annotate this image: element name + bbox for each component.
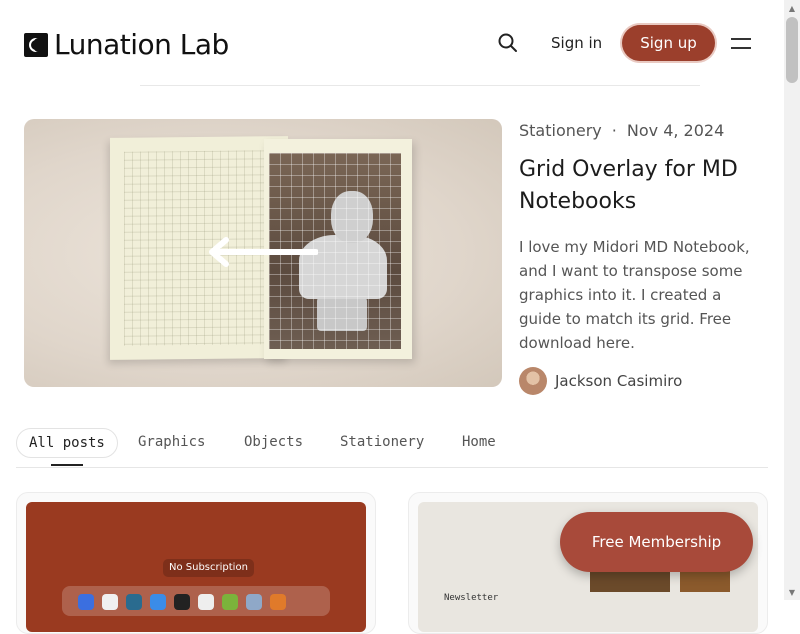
sign-in-link[interactable]: Sign in — [551, 34, 602, 52]
tab-stationery[interactable]: Stationery — [340, 428, 424, 456]
scrollbar[interactable]: ▲ ▼ — [784, 0, 800, 600]
app-dock — [62, 586, 330, 616]
menu-icon[interactable] — [731, 35, 751, 51]
site-header: Lunation Lab Sign in Sign up — [0, 0, 784, 86]
scroll-down-icon[interactable]: ▼ — [784, 584, 800, 600]
card-thumbnail: No Subscription — [26, 502, 366, 632]
post-meta: Stationery · Nov 4, 2024 — [519, 121, 724, 140]
post-author[interactable]: Jackson Casimiro — [519, 367, 682, 395]
card-overlay-label: No Subscription — [163, 559, 254, 577]
arrow-left-icon — [209, 237, 318, 267]
author-name: Jackson Casimiro — [555, 372, 683, 390]
active-tab-indicator — [51, 464, 83, 466]
category-tabs: All posts Graphics Objects Stationery Ho… — [16, 427, 768, 468]
card-newsletter-label: Newsletter — [444, 593, 499, 603]
hero-image[interactable] — [24, 119, 502, 387]
post-excerpt: I love my Midori MD Notebook, and I want… — [519, 238, 750, 352]
logo-text: Lunation Lab — [54, 28, 229, 61]
scroll-thumb[interactable] — [786, 17, 798, 83]
moon-logo-icon — [24, 32, 48, 57]
post-title[interactable]: Grid Overlay for MD Notebooks — [519, 154, 769, 218]
tab-home[interactable]: Home — [462, 428, 496, 456]
search-icon[interactable] — [497, 32, 519, 54]
post-date: Nov 4, 2024 — [626, 121, 725, 140]
scroll-up-icon[interactable]: ▲ — [784, 0, 800, 16]
free-membership-button[interactable]: Free Membership — [560, 512, 753, 572]
tab-all-posts[interactable]: All posts — [16, 428, 118, 458]
site-logo[interactable]: Lunation Lab — [24, 28, 229, 61]
post-category[interactable]: Stationery — [519, 121, 602, 140]
tab-objects[interactable]: Objects — [244, 428, 303, 456]
sign-up-button[interactable]: Sign up — [622, 25, 715, 61]
meta-separator: · — [611, 121, 617, 140]
post-card[interactable]: No Subscription — [16, 492, 376, 634]
tab-graphics[interactable]: Graphics — [138, 428, 205, 456]
header-divider — [140, 85, 700, 86]
avatar — [519, 367, 547, 395]
